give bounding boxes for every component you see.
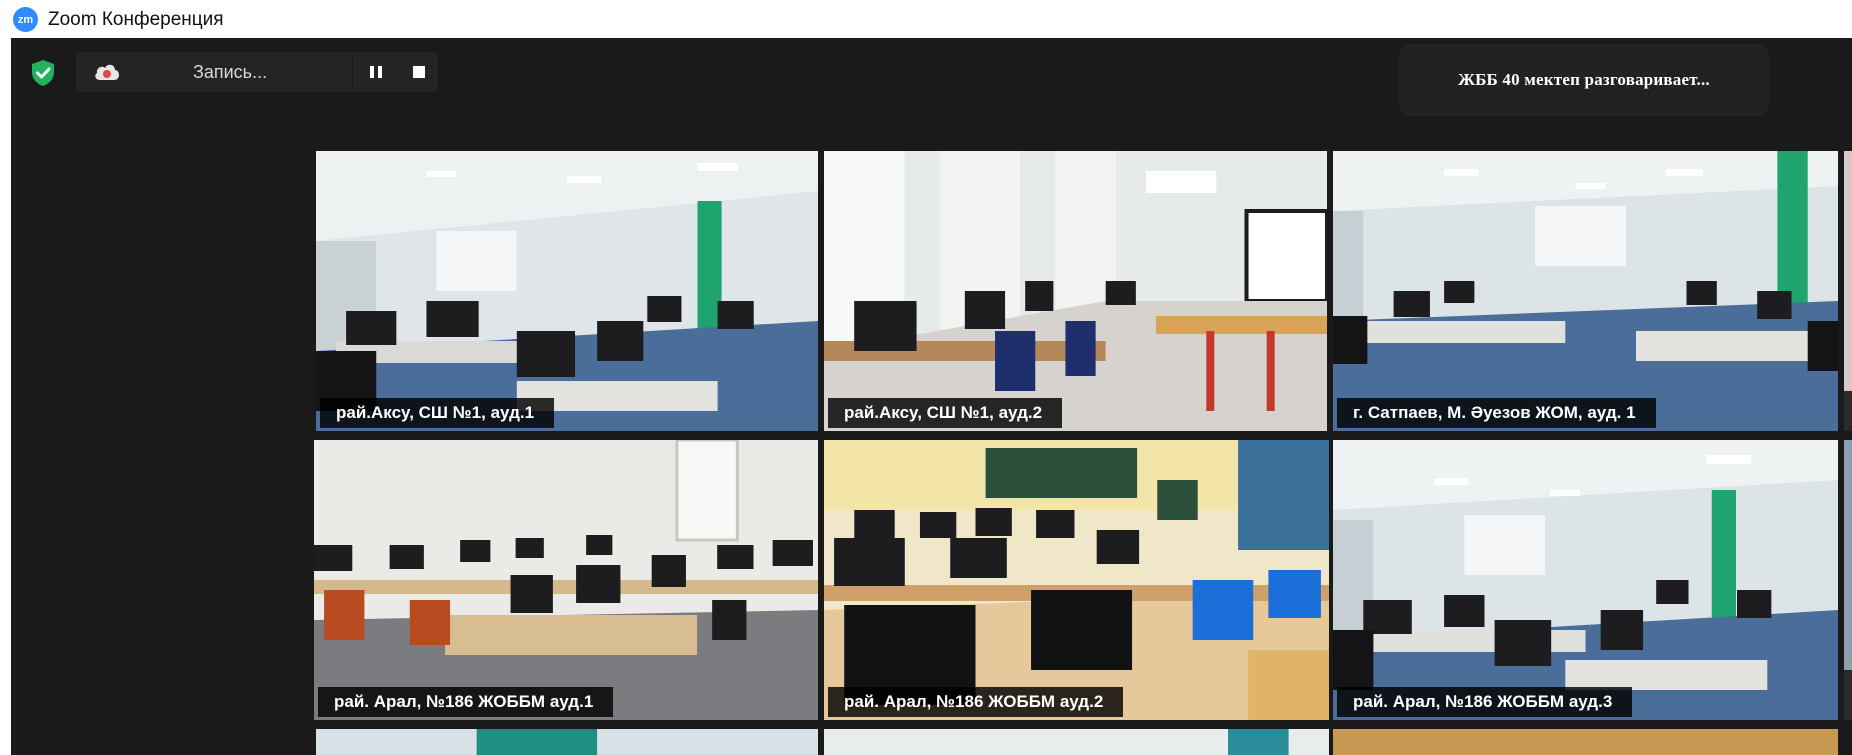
video-tile-2[interactable]: рай.Аксу, СШ №1, ауд.2: [824, 151, 1327, 431]
video-tile-4[interactable]: рай. Арал, №186 ЖОББМ ауд.1: [314, 440, 818, 720]
participant-name-6: рай. Арал, №186 ЖОББМ ауд.3: [1337, 687, 1633, 717]
zoom-logo-icon: zm: [13, 7, 38, 32]
partial-video-2: [1844, 440, 1852, 720]
video-tile-6[interactable]: рай. Арал, №186 ЖОББМ ауд.3: [1333, 440, 1838, 720]
classroom-video-6: [1333, 440, 1838, 720]
classroom-video-4: [314, 440, 818, 720]
participant-name-2: рай.Аксу, СШ №1, ауд.2: [828, 398, 1063, 428]
classroom-video-1: [316, 151, 818, 431]
participant-name-5: рай. Арал, №186 ЖОББМ ауд.2: [828, 687, 1124, 717]
video-tile-partial-4[interactable]: [824, 729, 1329, 755]
recording-bar: Запись...: [76, 52, 438, 92]
classroom-video-3: [1333, 151, 1838, 431]
active-speaker-banner: ЖББ 40 мектеп разговаривает...: [1399, 44, 1769, 116]
participant-name-1: рай.Аксу, СШ №1, ауд.1: [320, 398, 555, 428]
video-tile-3[interactable]: г. Сатпаев, М. Әуезов ЖОМ, ауд. 1: [1333, 151, 1838, 431]
recording-divider: [352, 52, 353, 92]
partial-video-4: [824, 729, 1329, 755]
shield-check-icon[interactable]: [28, 58, 58, 88]
cloud-record-icon: [95, 64, 119, 80]
meeting-stage: Запись... ЖББ 40 мектеп разговаривает...: [11, 38, 1852, 755]
classroom-video-5: [824, 440, 1329, 720]
window-title: Zoom Конференция: [48, 9, 224, 30]
stop-recording-icon[interactable]: [408, 61, 430, 83]
partial-video-3: [316, 729, 818, 755]
video-tile-1[interactable]: рай.Аксу, СШ №1, ауд.1: [316, 151, 818, 431]
video-tile-5[interactable]: рай. Арал, №186 ЖОББМ ауд.2: [824, 440, 1329, 720]
pause-recording-icon[interactable]: [365, 61, 387, 83]
video-tile-partial-3[interactable]: [316, 729, 818, 755]
video-tile-partial-5[interactable]: [1333, 729, 1838, 755]
video-tile-partial-2[interactable]: [1844, 440, 1852, 720]
title-bar: zm Zoom Конференция: [0, 0, 1852, 38]
partial-video-5: [1333, 729, 1838, 755]
active-speaker-text: ЖББ 40 мектеп разговаривает...: [1458, 70, 1710, 89]
video-tile-partial-1[interactable]: [1844, 151, 1852, 431]
participant-name-4: рай. Арал, №186 ЖОББМ ауд.1: [318, 687, 614, 717]
participant-name-3: г. Сатпаев, М. Әуезов ЖОМ, ауд. 1: [1337, 398, 1656, 428]
partial-video-1: [1844, 151, 1852, 431]
classroom-video-2: [824, 151, 1327, 431]
recording-label: Запись...: [193, 62, 268, 82]
